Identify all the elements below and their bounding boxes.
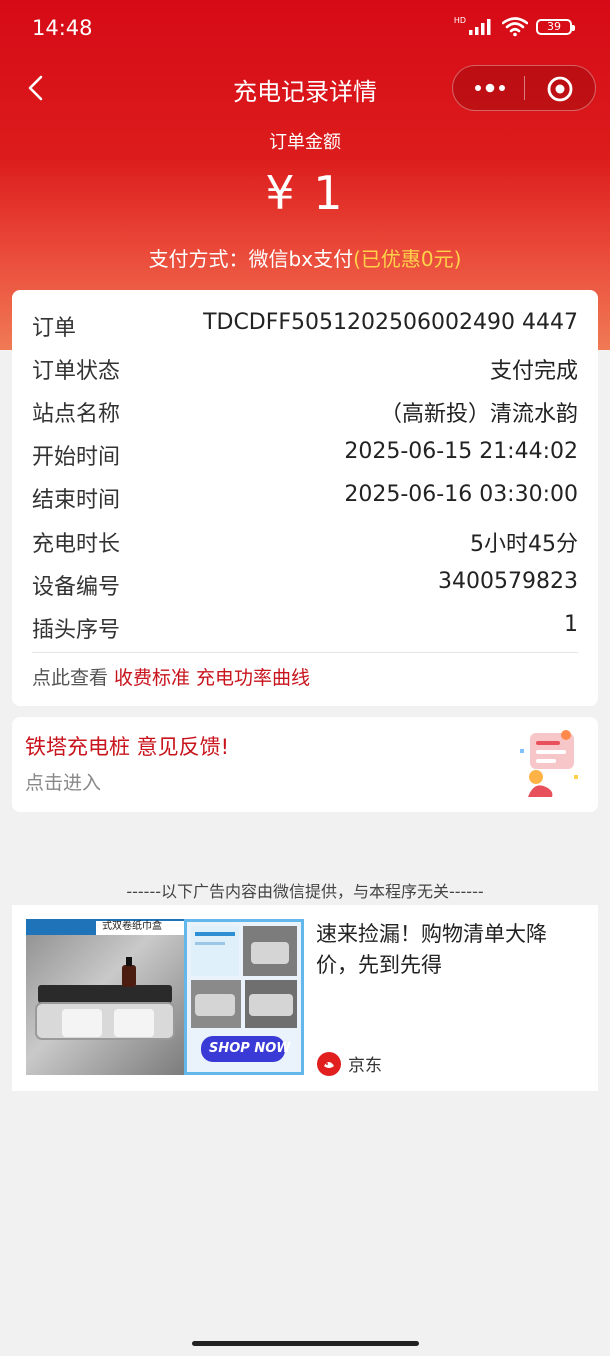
nav-bar: 充电记录详情 [0,62,610,114]
detail-row-plug: 插头序号 1 [32,604,578,647]
ad-brand-name: 京东 [348,1056,382,1076]
detail-value: 3400579823 [438,569,578,594]
detail-value: TDCDFF5051202506002490 4447 [203,310,578,335]
detail-value: 5小时45分 [470,532,578,557]
status-icons: HD 39 [453,15,575,37]
mini-program-capsule [452,65,596,111]
ad-product-image[interactable]: 式双卷纸巾盒 [26,919,184,1075]
detail-row-start-time: 开始时间 2025-06-15 21:44:02 [32,431,578,474]
order-detail-card: 订单 TDCDFF5051202506002490 4447 订单状态 支付完成… [12,290,598,706]
fee-standard-link[interactable]: 收费标准 [114,667,190,689]
signal-icon [469,19,491,35]
detail-key: 站点名称 [32,402,121,427]
payment-method: 支付方式：微信bx支付(已优惠0元) [0,243,610,272]
ad-brand: 京东 [317,1051,382,1076]
detail-row-device: 设备编号 3400579823 [32,561,578,604]
detail-row-station: 站点名称 （高新投）清流水韵 [32,388,578,431]
amount-label: 订单金额 [269,132,341,153]
detail-value: 支付完成 [489,359,578,384]
feedback-card[interactable]: 铁塔充电桩 意见反馈! 点击进入 [12,717,598,812]
detail-key: 订单 [32,316,77,341]
payment-discount: (已优惠0元) [353,247,462,271]
detail-row-status: 订单状态 支付完成 [32,345,578,388]
detail-divider [32,652,578,653]
detail-row-duration: 充电时长 5小时45分 [32,518,578,561]
home-indicator[interactable] [192,1341,419,1346]
feedback-title: 铁塔充电桩 意见反馈! [25,735,230,759]
detail-key: 结束时间 [32,488,121,513]
ad-card[interactable]: 式双卷纸巾盒 SHOP NOW 速来捡漏！购物清单大降价，先到先得 京东 [12,905,598,1091]
capsule-divider [524,76,525,100]
detail-value: 2025-06-15 21:44:02 [344,439,578,464]
ad-product-illustration [26,919,184,1040]
detail-key: 设备编号 [32,575,121,600]
links-prefix: 点此查看 [32,667,109,689]
detail-key: 订单状态 [32,359,121,384]
detail-key: 开始时间 [32,445,121,470]
wifi-icon [502,17,528,37]
detail-key: 充电时长 [32,532,121,557]
status-bar: 14:48 HD 39 [0,0,610,60]
network-badge: HD [453,15,466,25]
more-icon[interactable] [465,70,515,106]
order-amount: ¥ 1 [265,166,345,220]
detail-links: 点此查看 收费标准 充电功率曲线 [32,663,310,690]
battery-icon: 39 [536,19,575,35]
status-time: 14:48 [32,16,93,40]
close-mini-program-icon[interactable] [543,73,577,105]
detail-value: （高新投）清流水韵 [379,402,578,427]
jd-logo-icon [317,1051,341,1076]
ad-title[interactable]: 速来捡漏！购物清单大降价，先到先得 [316,919,586,981]
detail-value: 1 [564,612,578,637]
feedback-subtitle: 点击进入 [25,772,102,794]
detail-row-end-time: 结束时间 2025-06-16 03:30:00 [32,474,578,517]
detail-value: 2025-06-16 03:30:00 [344,482,578,507]
ad-product-image-2[interactable]: SHOP NOW [184,919,304,1075]
power-curve-link[interactable]: 充电功率曲线 [196,667,310,689]
ad-disclaimer: ------以下广告内容由微信提供，与本程序无关------ [126,882,484,901]
payment-method-text: 支付方式：微信bx支付 [148,247,354,271]
shop-now-label: SHOP NOW [209,1041,291,1056]
feedback-illustration-icon [520,730,578,797]
ad-image-banner: 式双卷纸巾盒 [102,921,162,932]
detail-row-order: 订单 TDCDFF5051202506002490 4447 [32,302,578,345]
detail-key: 插头序号 [32,618,121,643]
